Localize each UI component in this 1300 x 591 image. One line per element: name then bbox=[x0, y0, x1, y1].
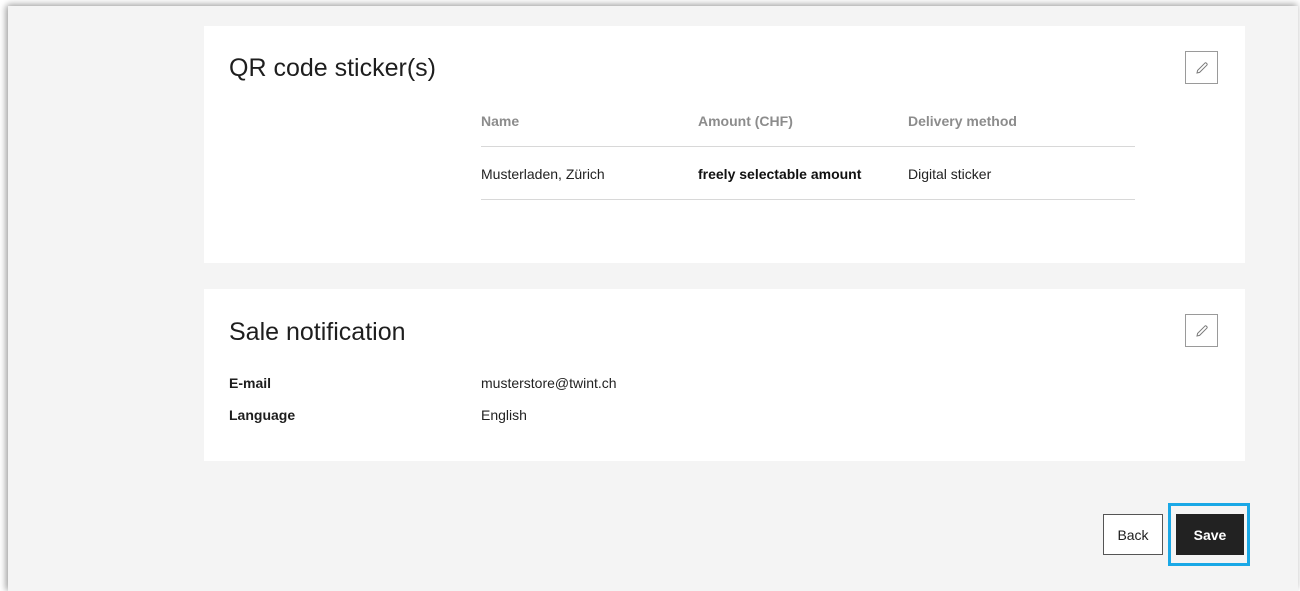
table-header: Name Amount (CHF) Delivery method bbox=[481, 108, 1135, 147]
email-value: musterstore@twint.ch bbox=[481, 375, 617, 391]
cell-delivery-method: Digital sticker bbox=[908, 166, 992, 182]
pencil-icon bbox=[1195, 324, 1208, 337]
pencil-icon bbox=[1195, 61, 1208, 74]
save-button[interactable]: Save bbox=[1176, 514, 1244, 555]
email-label: E-mail bbox=[229, 375, 272, 391]
table-row: Musterladen, Zürich freely selectable am… bbox=[481, 147, 1135, 200]
column-header-delivery-method: Delivery method bbox=[908, 113, 1017, 129]
cell-name: Musterladen, Zürich bbox=[481, 166, 605, 182]
edit-sale-notification-button[interactable] bbox=[1185, 314, 1218, 347]
edit-qr-stickers-button[interactable] bbox=[1185, 51, 1218, 84]
page-background: QR code sticker(s) Name Amount (CHF) Del… bbox=[8, 6, 1298, 591]
column-header-name: Name bbox=[481, 113, 520, 129]
sale-notification-card: Sale notification E-mail musterstore@twi… bbox=[204, 289, 1245, 461]
qr-code-stickers-title: QR code sticker(s) bbox=[229, 54, 436, 82]
sale-notification-title: Sale notification bbox=[229, 318, 406, 346]
language-value: English bbox=[481, 407, 527, 423]
qr-stickers-table: Name Amount (CHF) Delivery method Muster… bbox=[481, 108, 1135, 200]
qr-code-stickers-card: QR code sticker(s) Name Amount (CHF) Del… bbox=[204, 26, 1245, 263]
back-button[interactable]: Back bbox=[1103, 514, 1163, 555]
language-label: Language bbox=[229, 407, 296, 423]
cell-amount: freely selectable amount bbox=[698, 166, 862, 182]
column-header-amount: Amount (CHF) bbox=[698, 113, 793, 129]
